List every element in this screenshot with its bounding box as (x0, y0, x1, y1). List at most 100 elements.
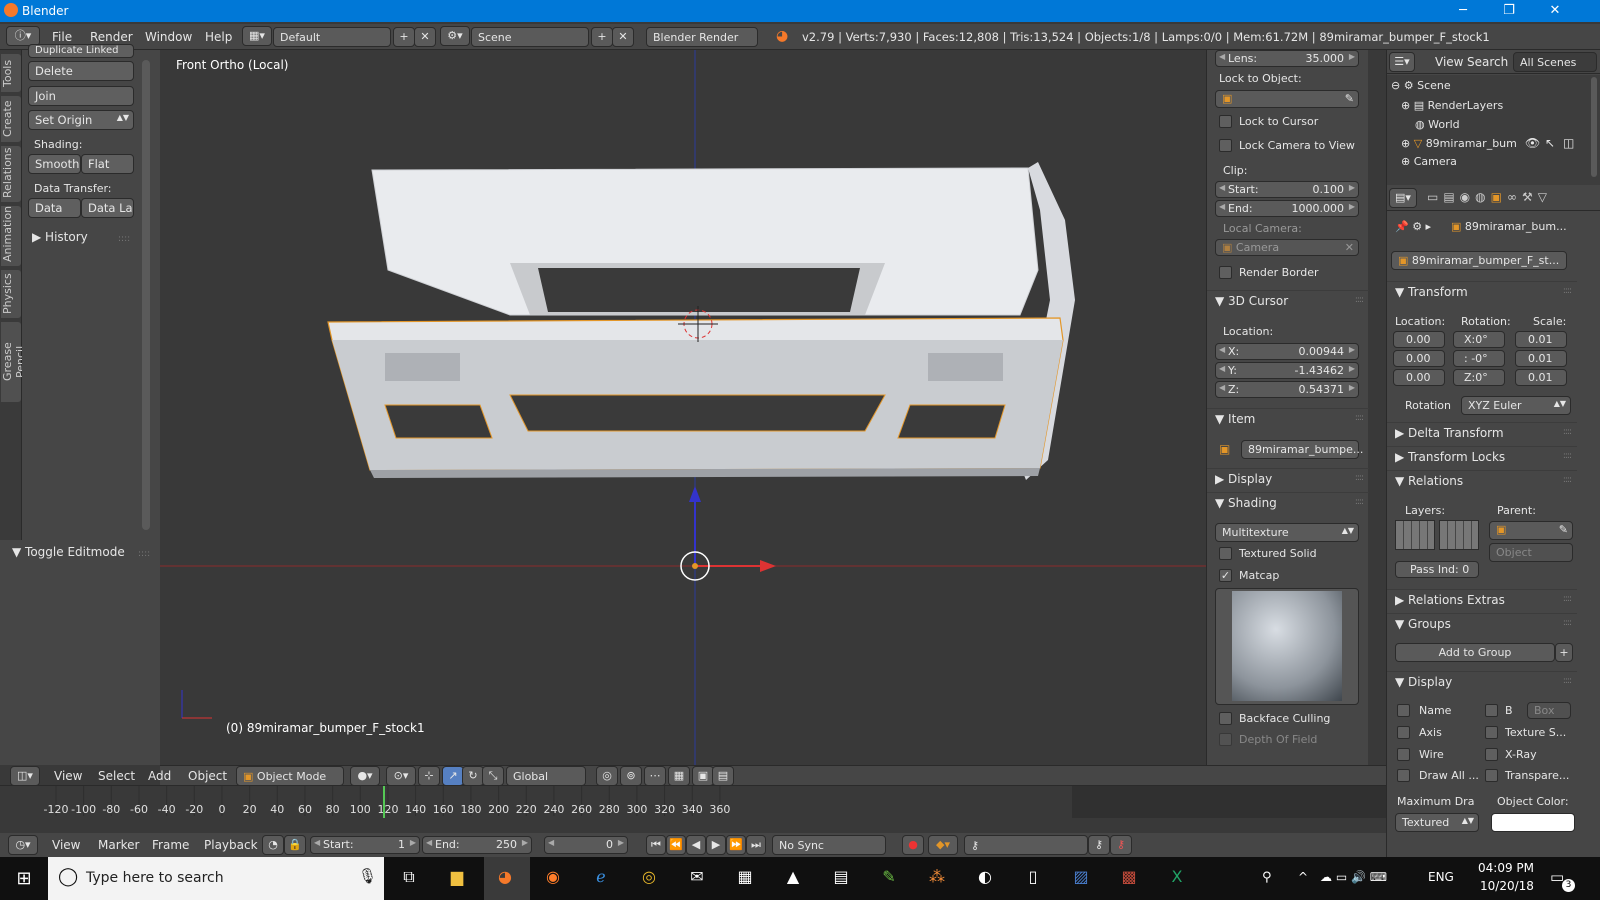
rotation-x-field[interactable]: X:0° (1453, 331, 1505, 348)
render-engine-select[interactable]: Blender Render (646, 27, 758, 47)
clear-camera-icon[interactable]: ✕ (1345, 241, 1354, 254)
layers-grid-a[interactable] (1395, 520, 1435, 550)
tab-animation[interactable]: Animation (1, 206, 21, 266)
tab-grease-pencil[interactable]: Grease Pencil (1, 322, 27, 402)
archive-icon[interactable]: ▩ (1118, 867, 1140, 887)
object-display-header[interactable]: ▼ Display:::: (1387, 671, 1577, 691)
3d-viewport[interactable]: Front Ortho (Local) (0) 89miramar_bumper… (160, 50, 1206, 765)
object-name-field[interactable]: ▣ 89miramar_bumper_F_st... (1391, 251, 1567, 270)
local-camera-field[interactable]: ▣ Camera ✕ (1215, 239, 1359, 256)
visibility-eye-icon[interactable]: 👁 (1525, 136, 1540, 150)
shading-mode-select[interactable]: Multitexture ▲▼ (1215, 523, 1359, 542)
render-camera-icon[interactable]: ◫ (1563, 136, 1574, 150)
transform-panel-header[interactable]: ▼ Transform:::: (1387, 281, 1577, 301)
rotation-mode-select[interactable]: XYZ Euler ▲▼ (1461, 396, 1571, 415)
minimize-button[interactable]: ─ (1440, 0, 1486, 22)
display-panel-header[interactable]: ▶ Display:::: (1207, 468, 1369, 488)
maximize-button[interactable]: ❐ (1486, 0, 1532, 22)
location-y-field[interactable]: 0.00 (1393, 350, 1445, 367)
transform-locks-header[interactable]: ▶ Transform Locks:::: (1387, 446, 1577, 466)
show-axis-checkbox[interactable] (1397, 726, 1410, 739)
add-group-icon[interactable]: + (1555, 643, 1573, 662)
max-draw-type-select[interactable]: Textured ▲▼ (1395, 813, 1479, 832)
menu-playback[interactable]: Playback (204, 838, 258, 852)
relations-header[interactable]: ▼ Relations:::: (1387, 470, 1577, 490)
jump-end-icon[interactable]: ⏭ (746, 835, 766, 855)
xray-checkbox[interactable] (1485, 748, 1498, 761)
tab-tools[interactable]: Tools (1, 54, 21, 92)
outliner-scrollbar[interactable] (1591, 77, 1597, 177)
remove-scene-icon[interactable]: ✕ (612, 27, 634, 47)
add-layout-icon[interactable]: + (393, 27, 415, 47)
object-color-swatch[interactable] (1491, 813, 1575, 832)
editor-type-icon[interactable]: ⓘ▾ (6, 26, 40, 46)
drag-handle-icon[interactable]: :::: (138, 549, 150, 559)
store-icon[interactable]: ▤ (830, 867, 852, 887)
delta-transform-header[interactable]: ▶ Delta Transform:::: (1387, 422, 1577, 442)
show-wire-checkbox[interactable] (1397, 748, 1410, 761)
document-icon[interactable]: ▯ (1022, 867, 1044, 887)
tab-physics[interactable]: Physics (1, 270, 21, 318)
context-tabs-icons[interactable]: ▭▤◉◍▣∞⚒▽ (1427, 190, 1552, 204)
shading-panel-header[interactable]: ▼ Shading:::: (1207, 492, 1369, 512)
parent-field[interactable]: ▣ ✎ (1489, 521, 1573, 540)
app-icon[interactable]: ⁂ (926, 867, 948, 887)
start-frame-field[interactable]: ◀ Start: 1 ▶ (310, 836, 420, 854)
groups-header[interactable]: ▼ Groups:::: (1387, 613, 1577, 633)
join-button[interactable]: Join (28, 86, 134, 106)
calculator-icon[interactable]: ▦ (734, 867, 756, 887)
start-button[interactable]: ⊞ (0, 857, 48, 900)
snap-target-icon[interactable]: ▦ (668, 766, 690, 786)
add-to-group-button[interactable]: Add to Group (1395, 643, 1555, 662)
search-box[interactable]: ◯ Type here to search 🎙 (48, 857, 384, 900)
mode-select[interactable]: ▣ Object Mode (236, 766, 344, 786)
render-border-checkbox[interactable] (1219, 266, 1232, 279)
lock-camera-checkbox[interactable] (1219, 139, 1232, 152)
layout-icon[interactable]: ▦▾ (242, 26, 272, 46)
smooth-button[interactable]: Smooth (28, 154, 81, 174)
textured-solid-checkbox[interactable] (1219, 547, 1232, 560)
viewport-shading-icon[interactable]: ●▾ (350, 766, 380, 786)
duplicate-linked-button[interactable]: Duplicate Linked (28, 44, 134, 58)
play-icon[interactable]: ▶ (706, 835, 726, 855)
rotation-y-field[interactable]: : -0° (1453, 350, 1505, 367)
clock-date[interactable]: 10/20/18 (1480, 879, 1534, 893)
rotation-z-field[interactable]: Z:0° (1453, 369, 1505, 386)
tab-relations[interactable]: Relations (1, 146, 21, 202)
timeline[interactable]: -120 -100 -80 -60 -40 -20 0 20 40 60 80 100 120 140 16… (0, 785, 1386, 833)
translate-icon[interactable]: ↗ (442, 766, 464, 786)
matcap-checkbox[interactable]: ✓ (1219, 569, 1232, 582)
pivot-icon[interactable]: ⊙▾ (386, 766, 416, 786)
scene-icon[interactable]: ⚙▾ (440, 26, 470, 46)
relations-extras-header[interactable]: ▶ Relations Extras:::: (1387, 589, 1577, 609)
keying-icon[interactable]: ◆▾ (928, 835, 958, 855)
cursor-x-field[interactable]: ◀ X: 0.00944 ▶ (1215, 343, 1359, 360)
chrome-icon[interactable]: ◎ (638, 867, 660, 887)
history-panel[interactable]: ▶ History (32, 230, 88, 244)
dof-checkbox[interactable] (1219, 733, 1232, 746)
edge-icon[interactable]: ℯ (590, 867, 612, 887)
transform-orientation-select[interactable]: Global (506, 766, 586, 786)
scale-icon[interactable]: ⤡ (482, 766, 504, 786)
tray-icons[interactable]: ☁ ▭ 🔊 ⌨ (1320, 870, 1387, 884)
menu-object[interactable]: Object (188, 769, 227, 783)
eyedropper-icon[interactable]: ✎ (1345, 92, 1354, 105)
settings-app-icon[interactable]: ◐ (974, 867, 996, 887)
taskbar-blender[interactable]: ◕ (484, 857, 530, 900)
microphone-icon[interactable]: 🎙 (358, 867, 377, 885)
scale-z-field[interactable]: 0.01 (1515, 369, 1567, 386)
tab-create[interactable]: Create (1, 96, 21, 142)
paint-icon[interactable]: ▨ (1070, 867, 1092, 887)
manipulator-toggle-icon[interactable]: ⊹ (418, 766, 440, 786)
render-preview-icon[interactable]: ▣ (692, 766, 714, 786)
file-explorer-icon[interactable]: ▆ (446, 867, 468, 887)
select-cursor-icon[interactable]: ↖ (1545, 136, 1555, 150)
mail-icon[interactable]: ✉ (686, 867, 708, 887)
render-animation-icon[interactable]: ▤ (712, 766, 734, 786)
cursor-panel-header[interactable]: ▼ 3D Cursor:::: (1207, 290, 1369, 310)
layer-icon[interactable]: ◎ (596, 766, 618, 786)
proportional-icon[interactable]: ⊚ (620, 766, 642, 786)
location-z-field[interactable]: 0.00 (1393, 369, 1445, 386)
lock-icon[interactable]: 🔒 (284, 835, 306, 855)
lens-field[interactable]: ◀ Lens: 35.000 ▶ (1215, 50, 1359, 67)
